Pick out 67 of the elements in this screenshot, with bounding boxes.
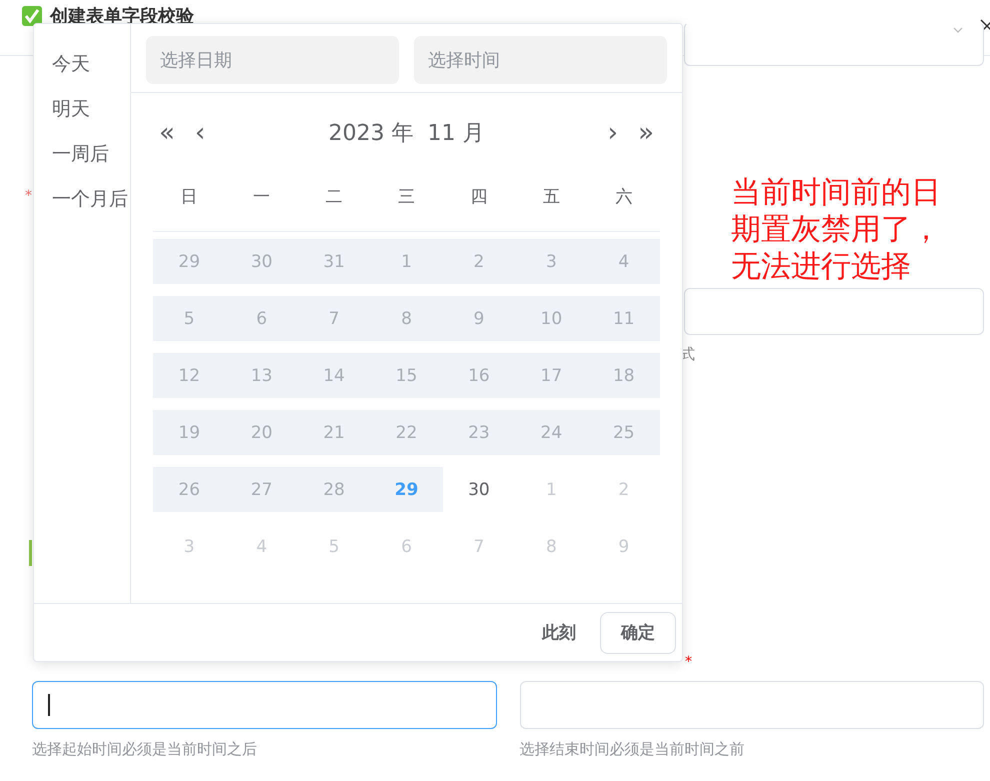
date-number: 28 xyxy=(323,480,345,500)
date-number: 23 xyxy=(468,422,490,442)
now-button[interactable]: 此刻 xyxy=(528,613,590,652)
month-label[interactable]: 11 月 xyxy=(427,118,484,148)
date-input[interactable]: 选择日期 xyxy=(146,36,399,84)
date-number: 20 xyxy=(250,422,272,442)
hint-text: 选择结束时间必须是当前时间之前 xyxy=(520,740,746,759)
weekday-label: 一 xyxy=(252,186,272,208)
weekday-label: 三 xyxy=(396,186,416,208)
date-cell[interactable]: 30 xyxy=(442,467,516,512)
date-number: 31 xyxy=(323,252,345,272)
date-number: 18 xyxy=(612,366,635,386)
close-icon[interactable] xyxy=(980,18,990,32)
text-cursor xyxy=(48,694,50,716)
date-number: 9 xyxy=(474,308,484,328)
time-input[interactable]: 选择时间 xyxy=(414,36,667,84)
date-number: 27 xyxy=(250,480,272,500)
date-number: 30 xyxy=(468,480,490,500)
input-field[interactable] xyxy=(32,681,496,729)
required-mark: * xyxy=(685,654,692,670)
date-number: 24 xyxy=(540,422,562,442)
shortcut-item[interactable]: 一周后 xyxy=(34,132,130,177)
date-number: 10 xyxy=(540,308,562,328)
next-month-button[interactable]: › xyxy=(602,120,624,146)
date-number: 13 xyxy=(250,366,272,386)
weekday-label: 四 xyxy=(469,186,488,208)
weekday-label: 六 xyxy=(614,186,634,208)
date-number: 1 xyxy=(401,252,412,272)
date-number: 16 xyxy=(468,366,490,386)
chevron-icon xyxy=(953,27,963,33)
date-number: 2 xyxy=(474,252,484,272)
date-number: 15 xyxy=(396,366,418,386)
date-number: 29 xyxy=(178,252,200,272)
date-number: 14 xyxy=(323,366,345,386)
shortcut-item[interactable]: 一个月后 xyxy=(34,177,130,222)
weekday-label: 二 xyxy=(324,186,344,208)
date-number: 21 xyxy=(323,422,345,442)
date-number: 8 xyxy=(401,308,412,328)
previous-month-button[interactable]: ‹ xyxy=(188,120,212,146)
next-year-button[interactable]: » xyxy=(632,120,660,146)
date-number: 22 xyxy=(396,422,418,442)
date-number: 5 xyxy=(184,308,195,328)
year-label[interactable]: 2023 年 xyxy=(328,118,414,148)
date-number: 12 xyxy=(178,366,200,386)
date-number: 19 xyxy=(178,422,200,442)
select-field[interactable] xyxy=(684,22,984,66)
shortcut-item[interactable]: 今天 xyxy=(34,42,130,87)
date-number: 11 xyxy=(612,308,635,328)
date-number: 30 xyxy=(250,252,272,272)
date-number: 29 xyxy=(394,480,418,500)
section-marker xyxy=(29,540,32,566)
shortcut-item[interactable]: 明天 xyxy=(34,87,130,132)
date-number: 4 xyxy=(618,252,630,272)
annotation-text: 当前时间前的日期置灰禁用了，无法进行选择 xyxy=(731,174,942,285)
date-number: 7 xyxy=(328,308,340,328)
checkbox[interactable] xyxy=(22,6,42,26)
date-number: 3 xyxy=(546,252,557,272)
previous-year-button[interactable]: « xyxy=(153,120,181,146)
confirm-button[interactable]: 确定 xyxy=(600,612,676,654)
date-number: 17 xyxy=(540,366,562,386)
weekday-label: 日 xyxy=(180,186,199,208)
date-number: 25 xyxy=(612,422,635,442)
required-mark: * xyxy=(25,188,32,204)
hint-text: 选择起始时间必须是当前时间之后 xyxy=(32,740,258,759)
date-number: 26 xyxy=(178,480,200,500)
weekday-label: 五 xyxy=(542,186,561,208)
date-number: 6 xyxy=(256,308,268,328)
